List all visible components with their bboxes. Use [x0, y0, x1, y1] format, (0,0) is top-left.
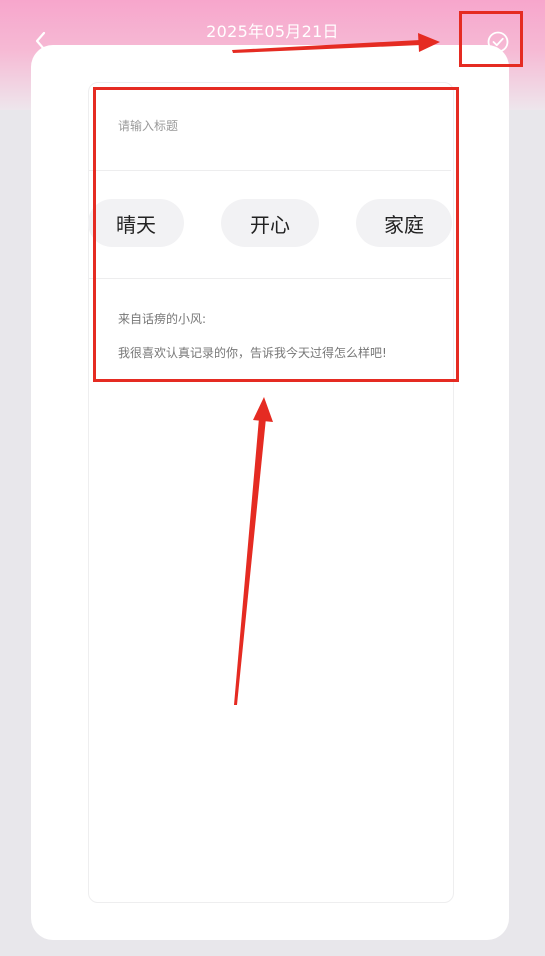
annotation-box-confirm: [459, 11, 523, 67]
annotation-box-editor: [93, 87, 459, 382]
